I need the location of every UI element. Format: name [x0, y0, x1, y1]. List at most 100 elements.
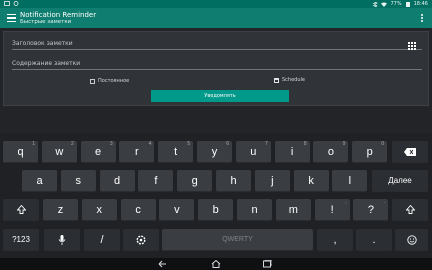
note-body-input[interactable]: Содержание заметки	[12, 59, 422, 70]
key-hint: 3	[109, 141, 113, 147]
period-key[interactable]: .	[356, 229, 392, 251]
enter-key[interactable]: Далее	[372, 170, 428, 192]
key-label: z	[57, 204, 64, 216]
key-t[interactable]: t5	[158, 141, 194, 163]
key-n[interactable]: n	[237, 199, 272, 221]
key-label: p	[366, 146, 373, 158]
key-d[interactable]: d	[99, 170, 135, 192]
key-label: v	[174, 204, 180, 216]
mic-key[interactable]	[44, 229, 80, 251]
slash-key[interactable]: /	[84, 229, 120, 251]
key-label: a	[36, 175, 43, 187]
key-label: r	[135, 146, 139, 158]
app-title: Notification Reminder	[20, 11, 97, 19]
soft-keyboard: q1w2e3r4t5y6u7i8o9p0 asdfghjkl z x c v b n m!,…	[0, 133, 432, 258]
navigation-bar	[0, 258, 432, 270]
note-title-input[interactable]: Заголовок заметки	[12, 39, 422, 50]
key-hint: 1	[32, 141, 35, 147]
key-l[interactable]: l	[332, 170, 368, 192]
shift-key-left[interactable]	[3, 199, 39, 221]
key-label: y	[211, 146, 218, 158]
settings-icon	[136, 235, 146, 245]
key-z[interactable]: z	[43, 199, 78, 221]
key-hint: 2	[71, 141, 74, 147]
shift-key-right[interactable]	[392, 199, 428, 221]
key-label: u	[250, 146, 257, 158]
key-hint: 8	[303, 141, 307, 147]
grid-icon[interactable]	[408, 42, 416, 50]
wifi-icon	[381, 2, 388, 7]
emoji-key[interactable]	[395, 229, 428, 251]
app-bar: Notification Reminder Быстрые заметки	[0, 8, 432, 28]
key-w[interactable]: w2	[41, 141, 77, 163]
key-label: o	[327, 146, 334, 158]
schedule-option[interactable]: Schedule	[274, 77, 305, 83]
mic-icon	[58, 235, 66, 245]
battery-icon	[405, 1, 410, 7]
notification-icon	[4, 1, 10, 6]
key-v[interactable]: v	[159, 199, 195, 221]
key-hint: .	[384, 199, 386, 205]
status-bar: 77% 18:46	[0, 0, 432, 8]
key-label: i	[290, 146, 294, 158]
key-a[interactable]: a	[22, 170, 57, 192]
screen: 77% 18:46 Notification Reminder Быстрые …	[0, 0, 432, 270]
key-label: q	[17, 146, 24, 158]
key-hint: 6	[226, 141, 229, 147]
overflow-menu-icon[interactable]	[420, 14, 424, 23]
key-i[interactable]: i8	[274, 141, 310, 163]
key-o[interactable]: o9	[313, 141, 349, 163]
bluetooth-icon	[373, 1, 379, 7]
key-j[interactable]: j	[254, 170, 290, 192]
persistent-checkbox[interactable]	[90, 78, 95, 84]
key-b[interactable]: b	[198, 199, 234, 221]
home-icon[interactable]	[211, 260, 221, 268]
key-label: h	[230, 175, 237, 187]
key-q[interactable]: q1	[3, 141, 38, 163]
clock: 18:46	[413, 1, 428, 7]
key-label: e	[95, 146, 102, 158]
recents-icon[interactable]	[262, 260, 272, 268]
notify-button[interactable]: Уведомлять	[151, 90, 289, 102]
key-p[interactable]: p0	[352, 141, 388, 163]
backspace-icon	[404, 148, 416, 156]
key-question[interactable]: ?.	[353, 199, 389, 221]
key-hint: 7	[265, 141, 268, 147]
note-form: Заголовок заметки Содержание заметки Пос…	[3, 31, 429, 106]
persistent-label: Постоянное	[98, 78, 130, 84]
key-c[interactable]: c	[120, 199, 156, 221]
backspace-key[interactable]	[392, 141, 428, 163]
key-label: n	[251, 204, 258, 216]
key-s[interactable]: s	[60, 170, 96, 192]
key-u[interactable]: u7	[235, 141, 271, 163]
key-m[interactable]: m	[275, 199, 311, 221]
key-label: f	[154, 175, 158, 187]
settings-key[interactable]	[123, 229, 159, 251]
key-y[interactable]: y6	[197, 141, 232, 163]
key-f[interactable]: f	[138, 170, 174, 192]
key-hint: ,	[345, 199, 347, 205]
comma-key[interactable]: ,	[317, 229, 353, 251]
key-exclamation[interactable]: !,	[314, 199, 350, 221]
menu-icon[interactable]	[7, 14, 16, 22]
key-x[interactable]: x	[81, 199, 117, 221]
key-label: !	[330, 204, 334, 216]
key-label: j	[271, 175, 274, 187]
key-r[interactable]: r4	[119, 141, 155, 163]
numbers-key[interactable]: ?123	[3, 229, 39, 251]
key-h[interactable]: h	[216, 170, 251, 192]
key-label: b	[212, 204, 219, 216]
key-e[interactable]: e3	[80, 141, 116, 163]
key-label: w	[55, 146, 64, 158]
persistent-option[interactable]: Постоянное	[90, 78, 129, 84]
schedule-label: Schedule	[282, 77, 305, 83]
space-key[interactable]: QWERTY	[162, 229, 313, 251]
key-g[interactable]: g	[177, 170, 213, 192]
key-hint: 4	[148, 141, 152, 147]
key-label: t	[174, 146, 178, 158]
key-k[interactable]: k	[293, 170, 329, 192]
app-subtitle: Быстрые заметки	[20, 19, 72, 25]
back-icon[interactable]	[158, 260, 168, 268]
key-label: k	[308, 175, 314, 187]
key-label: m	[288, 204, 298, 216]
